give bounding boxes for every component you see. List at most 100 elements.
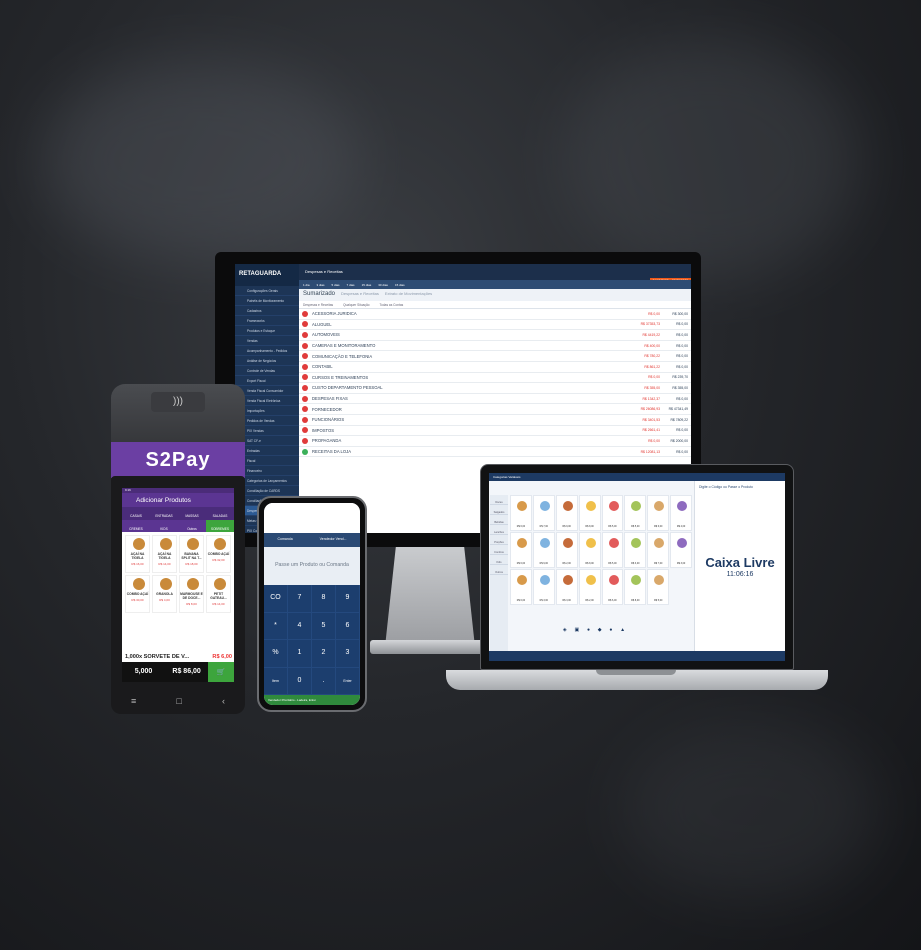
home-icon[interactable]: □ (176, 696, 181, 706)
period-filter[interactable]: 1 dia (303, 283, 310, 287)
sidebar-item[interactable]: Produtos e Estoque (235, 326, 299, 336)
sidebar-item[interactable]: Análise de Negócios (235, 356, 299, 366)
period-filter[interactable]: 5 dias (332, 283, 340, 287)
key-button[interactable]: % (264, 640, 288, 668)
pos-category[interactable]: ENTRADAS (150, 507, 178, 520)
tab-sumarizado[interactable]: Sumarizado (303, 291, 335, 297)
period-filter[interactable]: 15 dias (362, 283, 372, 287)
tab-extrato[interactable]: Extrato de Movimentações (385, 291, 432, 296)
laptop-product-card[interactable]: R$ 6,00 (510, 495, 532, 531)
barcode-prompt[interactable]: Digite o Código ou Passe o Produto (695, 481, 785, 493)
laptop-product-card[interactable]: R$ 2,00 (578, 569, 601, 605)
menu-icon[interactable]: ≡ (131, 696, 136, 706)
product-card[interactable]: BANANA SPLIT NA T... R$ 18,00 (179, 535, 204, 573)
category-row[interactable]: ALUGUEL R$ 37353,73 R$ 0,00 (299, 320, 691, 331)
sub-filter[interactable]: Qualquer Situação (343, 303, 369, 307)
category-row[interactable]: CONTABIL R$ 861,22 R$ 0,00 (299, 362, 691, 373)
laptop-product-card[interactable]: R$ 5,00 (647, 569, 670, 605)
laptop-product-card[interactable]: R$ 8,00 (578, 532, 601, 568)
key-button[interactable]: Item (264, 667, 288, 695)
tag-icon[interactable]: ◆ (598, 627, 602, 641)
key-button[interactable]: * (264, 612, 288, 640)
sub-filter[interactable]: Todas as Contas (380, 303, 404, 307)
laptop-product-card[interactable]: R$ 3,00 (532, 569, 555, 605)
laptop-product-card[interactable]: R$ 5,00 (624, 495, 647, 531)
user-icon[interactable]: ● (587, 627, 590, 641)
laptop-product-card[interactable]: R$ 6,00 (510, 532, 532, 568)
laptop-product-card[interactable]: R$ 9,00 (555, 495, 578, 531)
category-row[interactable]: PROPAGANDA R$ 0,00 R$ 2000,00 (299, 436, 691, 447)
laptop-category[interactable]: Lanches (490, 525, 508, 535)
product-card[interactable]: PETIT GATEAU... R$ 14,00 (206, 575, 231, 613)
period-filter[interactable]: 7 dias (347, 283, 355, 287)
cart-icon[interactable]: ▣ (574, 627, 579, 641)
laptop-product-card[interactable]: R$ 6,00 (601, 569, 624, 605)
tab-despesas-receitas[interactable]: Despesas e Receitas (341, 291, 379, 296)
pos-category[interactable]: KIDS (150, 520, 178, 532)
category-row[interactable]: RECEITAS DA LOJA R$ 12081,13 R$ 0,00 (299, 447, 691, 458)
key-button[interactable]: . (312, 667, 336, 695)
key-button[interactable]: 5 (312, 612, 336, 640)
person-icon[interactable]: ● (609, 627, 612, 641)
laptop-category[interactable]: Combos (490, 545, 508, 555)
pos-category[interactable]: CREMES (122, 520, 150, 532)
category-row[interactable]: ACESSORIA JURIDICA R$ 0,00 R$ 300,00 (299, 309, 691, 320)
key-button[interactable]: 8 (312, 585, 336, 613)
period-filter[interactable]: 30 dias (378, 283, 388, 287)
laptop-product-card[interactable]: R$ 2,00 (555, 532, 578, 568)
pos-category[interactable]: SOBREMES (206, 520, 234, 532)
key-button[interactable]: 2 (312, 640, 336, 668)
laptop-category[interactable]: Salgados (490, 505, 508, 515)
product-input[interactable]: Passe um Produto ou Comanda (264, 547, 360, 585)
key-button[interactable]: Enter (336, 667, 360, 695)
laptop-product-card[interactable]: R$ 7,00 (532, 495, 555, 531)
sidebar-item[interactable]: Cadastros (235, 306, 299, 316)
arrow-up-icon[interactable]: ▲ (620, 627, 625, 641)
category-row[interactable]: CURSOS E TREINAMENTOS R$ 0,00 R$ 239,70 (299, 373, 691, 384)
sidebar-item[interactable]: Painéis de Monitoramento (235, 296, 299, 306)
laptop-product-card[interactable]: R$ 6,00 (647, 495, 670, 531)
laptop-product-card[interactable]: R$ 3,00 (624, 532, 647, 568)
laptop-product-card[interactable]: R$ 4,00 (670, 495, 692, 531)
laptop-category[interactable]: Porções (490, 535, 508, 545)
period-filter[interactable]: 3 dias (317, 283, 325, 287)
sub-filter[interactable]: Despesas e Receitas (303, 303, 333, 307)
key-button[interactable]: 1 (288, 640, 312, 668)
laptop-category[interactable]: Doces (490, 495, 508, 505)
category-row[interactable]: AUTOMOVEIS R$ 4419,22 R$ 0,00 (299, 330, 691, 341)
laptop-product-card[interactable]: R$ 8,00 (578, 495, 601, 531)
category-row[interactable]: COMUNICAÇÃO E TELEFONIA R$ 780,22 R$ 0,00 (299, 351, 691, 362)
pos-category[interactable]: MASSAS (178, 507, 206, 520)
category-row[interactable]: CUSTO DEPARTAMENTO PESSOAL R$ 355,00 R$ 35… (299, 383, 691, 394)
laptop-product-card[interactable]: R$ 3,00 (555, 569, 578, 605)
laptop-category[interactable]: Outros (490, 565, 508, 575)
sidebar-item[interactable]: Acompanhamento - Pedidos (235, 346, 299, 356)
sidebar-item[interactable]: Vendas (235, 336, 299, 346)
cart-button[interactable]: 🛒 (208, 662, 234, 682)
period-filter[interactable]: 15 dias (395, 283, 405, 287)
laptop-product-card[interactable]: R$ 5,00 (601, 532, 624, 568)
key-button[interactable]: 3 (336, 640, 360, 668)
product-card[interactable]: COMBO AÇAÍ R$ 32,00 (206, 535, 231, 573)
laptop-product-card[interactable]: R$ 5,00 (601, 495, 624, 531)
product-card[interactable]: AÇAÍ NA TIGELA R$ 14,00 (152, 535, 177, 573)
pos-category[interactable]: CASAIS (122, 507, 150, 520)
pos-category[interactable]: Outros (178, 520, 206, 532)
sidebar-item[interactable]: Controle de Vendas (235, 366, 299, 376)
sidebar-item[interactable]: Configurações Gerais (235, 286, 299, 296)
key-button[interactable]: 7 (288, 585, 312, 613)
laptop-product-card[interactable]: R$ 9,00 (532, 532, 555, 568)
category-row[interactable]: DESPESAS FIXAS R$ 1342,37 R$ 0,00 (299, 394, 691, 405)
category-row[interactable]: FUNCIONÁRIOS R$ 3401,53 R$ 7809,22 (299, 415, 691, 426)
key-button[interactable]: CO (264, 585, 288, 613)
key-button[interactable]: 9 (336, 585, 360, 613)
key-button[interactable]: 4 (288, 612, 312, 640)
key-button[interactable]: 0 (288, 667, 312, 695)
product-card[interactable]: AÇAÍ NA TIGELA R$ 16,00 (125, 535, 150, 573)
laptop-product-card[interactable]: R$ 3,00 (670, 532, 692, 568)
sidebar-item[interactable]: Frameworks (235, 316, 299, 326)
category-row[interactable]: IMPOSTOS R$ 2661,41 R$ 0,00 (299, 426, 691, 437)
laptop-product-card[interactable]: R$ 6,00 (510, 569, 532, 605)
category-row[interactable]: CAMERAS E MONITORAMENTO R$ 400,00 R$ 0,00 (299, 341, 691, 352)
back-icon[interactable]: ‹ (222, 696, 225, 706)
